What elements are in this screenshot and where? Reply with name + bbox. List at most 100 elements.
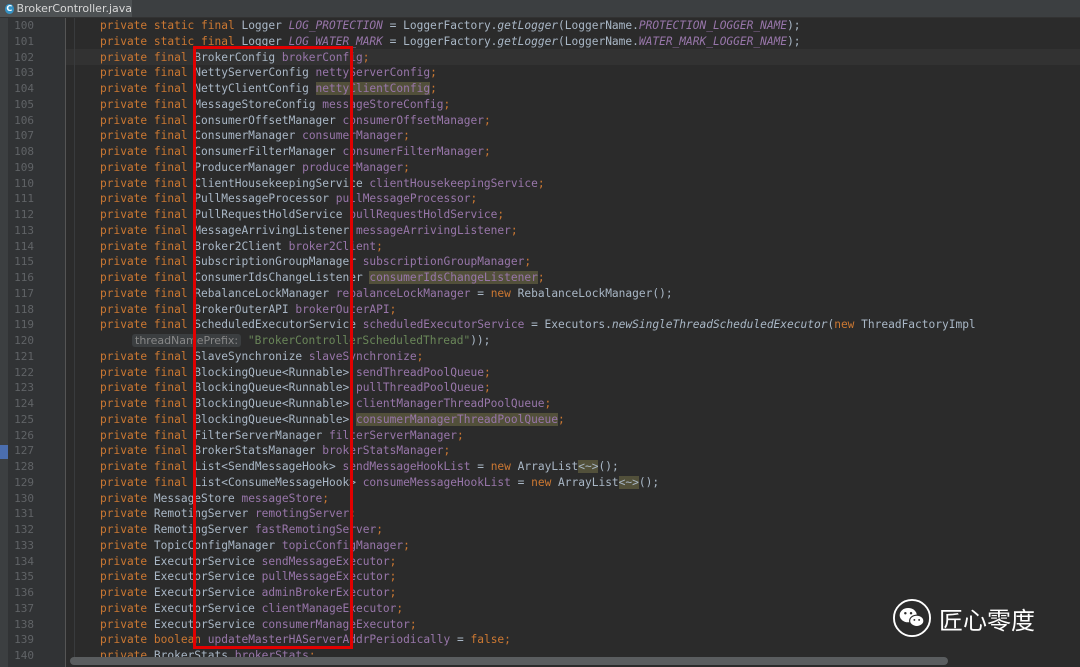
code-token: private static final <box>100 19 242 32</box>
line-number: 133 <box>14 538 34 552</box>
code-token: clientHousekeepingService <box>369 176 538 190</box>
code-token: ; <box>389 302 397 316</box>
code-token: consumerOffsetManager <box>342 113 484 127</box>
code-line[interactable]: 118 private final BrokerOuterAPI brokerOu… <box>0 302 1080 318</box>
code-token: ; <box>389 554 397 568</box>
code-token: ; <box>389 570 397 584</box>
code-token: = LoggerFactory. <box>382 19 498 32</box>
code-line[interactable]: 128 private final List<SendMessageHook> s… <box>0 459 1080 475</box>
code-token: <~> <box>618 475 639 489</box>
code-line[interactable]: 100 private static final Logger LOG_PROTE… <box>0 18 1080 34</box>
code-token: Logger <box>241 19 289 32</box>
code-token: private final <box>100 381 195 395</box>
code-token: ArrayList <box>558 475 619 489</box>
line-number: 130 <box>14 491 34 505</box>
code-line[interactable]: 105 private final MessageStoreConfig mess… <box>0 97 1080 113</box>
code-token: (LoggerName. <box>558 19 639 32</box>
code-token: messageArrivingListener <box>355 223 511 237</box>
line-number: 106 <box>14 113 34 127</box>
code-line[interactable]: 134 private ExecutorService sendMessageEx… <box>0 554 1080 570</box>
code-token: ; <box>524 255 532 269</box>
line-number: 111 <box>14 192 34 206</box>
code-token: ; <box>403 160 410 174</box>
code-line[interactable]: 115 private final SubscriptionGroupManage… <box>0 254 1080 270</box>
code-line[interactable]: 101 private static final Logger LOG_WATER… <box>0 34 1080 50</box>
line-number: 135 <box>14 570 34 584</box>
code-token: ); <box>787 19 801 32</box>
code-token: ; <box>389 586 397 599</box>
code-line[interactable]: 133 private TopicConfigManager topicConfi… <box>0 538 1080 554</box>
horizontal-scrollbar[interactable] <box>70 657 948 665</box>
code-token: private final <box>100 255 195 269</box>
code-token: ; <box>403 538 410 552</box>
code-line[interactable]: 132 private RemotingServer fastRemotingSe… <box>0 522 1080 538</box>
code-line[interactable]: 110 private final ClientHousekeepingServi… <box>0 176 1080 192</box>
code-token: clientManagerThreadPoolQueue <box>355 397 545 410</box>
code-token: ; <box>457 428 464 442</box>
line-number: 132 <box>14 523 34 536</box>
code-line[interactable]: 125 private final BlockingQueue<Runnable>… <box>0 412 1080 428</box>
code-token: pullThreadPoolQueue <box>355 381 484 395</box>
code-line[interactable]: 111 private final PullMessageProcessor pu… <box>0 191 1080 207</box>
code-token: ThreadFactoryImpl <box>861 318 976 332</box>
line-number: 117 <box>14 286 34 300</box>
code-line[interactable]: 109 private final ProducerManager produce… <box>0 160 1080 176</box>
line-number: 140 <box>14 649 34 662</box>
code-token: ; <box>510 223 518 237</box>
line-number: 105 <box>14 97 34 111</box>
code-text: private static final Logger LOG_PROTECTI… <box>100 18 801 34</box>
code-line[interactable]: 117 private final RebalanceLockManager re… <box>0 286 1080 302</box>
code-token: ; <box>409 617 417 631</box>
code-token: ; <box>497 208 505 221</box>
code-token: private final <box>100 145 195 158</box>
code-token: getLogger <box>497 34 559 48</box>
code-token: private final <box>100 239 195 253</box>
line-number: 122 <box>14 365 34 379</box>
code-line[interactable]: 131 private RemotingServer remotingServer… <box>0 506 1080 522</box>
code-token: private <box>100 538 154 552</box>
code-line[interactable]: 130 private MessageStore messageStore; <box>0 491 1080 507</box>
code-line[interactable]: 126 private final FilterServerManager fil… <box>0 428 1080 444</box>
code-token: ; <box>483 145 491 158</box>
code-line[interactable]: 104 private final NettyClientConfig netty… <box>0 81 1080 97</box>
code-token: ; <box>537 176 545 190</box>
code-token: consumerManagerThreadPoolQueue <box>355 412 559 426</box>
code-line[interactable]: 127 private final BrokerStatsManager brok… <box>0 443 1080 459</box>
code-token: private final <box>100 271 195 284</box>
line-number: 131 <box>14 507 34 521</box>
code-token: private final <box>100 50 195 64</box>
code-token: scheduledExecutorService <box>362 318 525 332</box>
line-number: 114 <box>14 239 34 253</box>
code-token: sendThreadPoolQueue <box>355 365 484 379</box>
code-token: private final <box>100 397 195 410</box>
code-line[interactable]: 102 private final BrokerConfig brokerConf… <box>0 50 1080 66</box>
code-line[interactable]: 112 private final PullRequestHoldService … <box>0 207 1080 223</box>
code-line[interactable]: 106 private final ConsumerOffsetManager c… <box>0 113 1080 129</box>
code-line[interactable]: 120 threadNamePrefix: "BrokerControllerSc… <box>0 333 1080 349</box>
code-line[interactable]: 114 private final Broker2Client broker2Cl… <box>0 239 1080 255</box>
line-number: 129 <box>14 475 34 489</box>
code-token: private <box>100 523 154 536</box>
code-line[interactable]: 113 private final MessageArrivingListener… <box>0 223 1080 239</box>
code-token: <~> <box>578 460 599 473</box>
code-line[interactable]: 116 private final ConsumerIdsChangeListen… <box>0 270 1080 286</box>
code-line[interactable]: 108 private final ConsumerFilterManager c… <box>0 144 1080 160</box>
code-token: ; <box>443 97 451 111</box>
code-token: )); <box>470 334 491 347</box>
tab-broker-controller[interactable]: C BrokerController.java <box>0 0 132 17</box>
code-line[interactable]: 135 private ExecutorService pullMessageEx… <box>0 569 1080 585</box>
code-line[interactable]: 124 private final BlockingQueue<Runnable>… <box>0 396 1080 412</box>
code-line[interactable]: 129 private final List<ConsumeMessageHook… <box>0 475 1080 491</box>
code-line[interactable]: 122 private final BlockingQueue<Runnable>… <box>0 365 1080 381</box>
code-line[interactable]: 103 private final NettyServerConfig netty… <box>0 65 1080 81</box>
code-line[interactable]: 123 private final BlockingQueue<Runnable>… <box>0 380 1080 396</box>
code-line[interactable]: 119 private final ScheduledExecutorServic… <box>0 317 1080 333</box>
code-line[interactable]: 121 private final SlaveSynchronize slaveS… <box>0 349 1080 365</box>
code-token: pullRequestHoldService <box>349 208 498 221</box>
code-token: = <box>470 286 491 300</box>
line-number: 116 <box>14 271 34 284</box>
code-token: ; <box>483 365 491 379</box>
code-line[interactable]: 107 private final ConsumerManager consume… <box>0 128 1080 144</box>
code-token: sendMessageHookList <box>342 460 471 473</box>
code-token: ; <box>396 601 404 615</box>
